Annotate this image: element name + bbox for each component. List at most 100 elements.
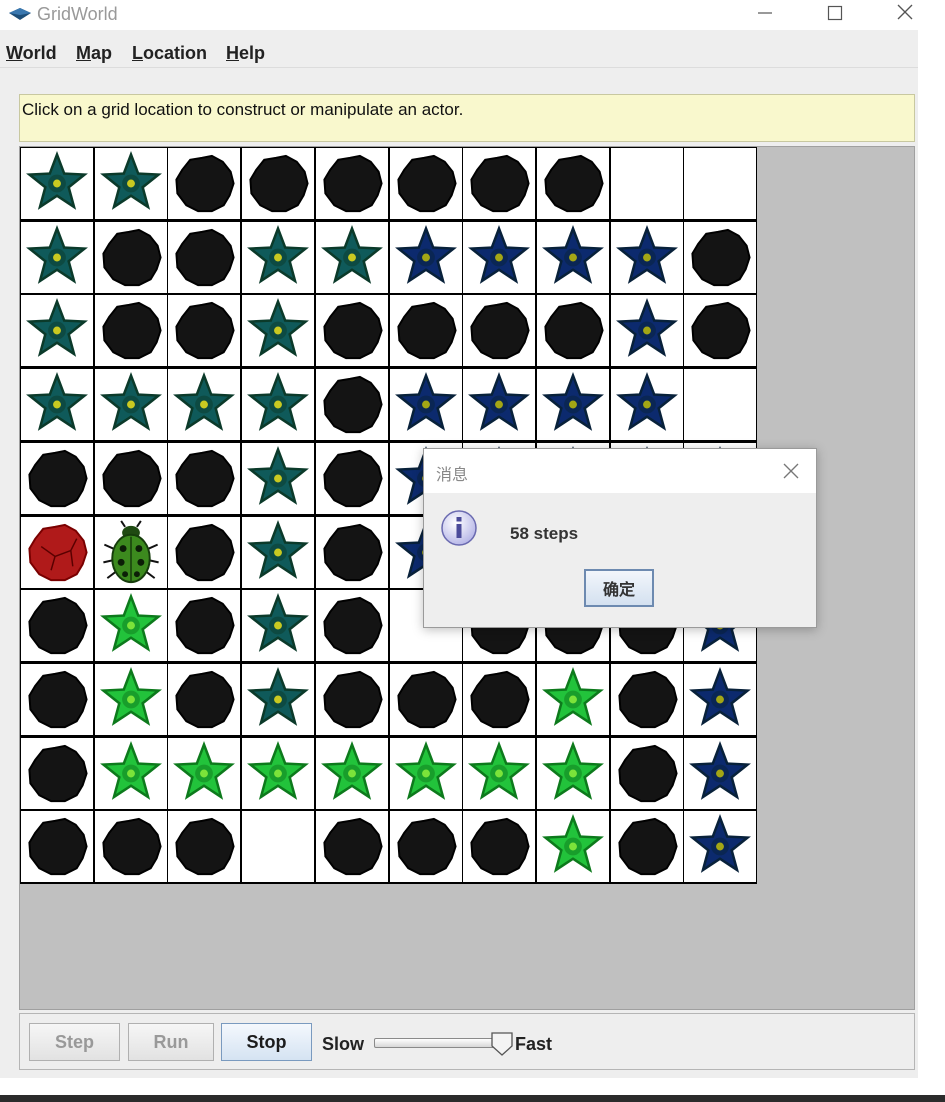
grid-cell[interactable] xyxy=(610,663,683,735)
grid-cell[interactable] xyxy=(684,221,757,293)
grid-cell[interactable] xyxy=(389,663,462,735)
minimize-button[interactable] xyxy=(740,2,790,28)
grid-cell[interactable] xyxy=(389,221,462,293)
menu-help[interactable]: Help xyxy=(226,43,265,64)
grid-cell[interactable] xyxy=(463,737,536,809)
grid-cell[interactable] xyxy=(242,221,315,293)
grid-cell[interactable] xyxy=(684,737,757,809)
grid-cell[interactable] xyxy=(21,663,93,735)
grid-cell[interactable] xyxy=(610,369,683,441)
window-title: GridWorld xyxy=(37,4,118,24)
grid-cell[interactable] xyxy=(242,148,315,219)
grid-cell[interactable] xyxy=(21,590,93,662)
grid-cell[interactable] xyxy=(463,221,536,293)
grid-cell[interactable] xyxy=(21,369,93,441)
grid-cell[interactable] xyxy=(168,369,241,441)
grid-cell[interactable] xyxy=(389,737,462,809)
grid-cell[interactable] xyxy=(168,663,241,735)
grid-cell[interactable] xyxy=(315,663,388,735)
grid-cell[interactable] xyxy=(315,737,388,809)
grid-cell[interactable] xyxy=(463,369,536,441)
close-button[interactable] xyxy=(880,2,930,28)
stop-button[interactable]: Stop xyxy=(221,1023,312,1061)
grid-cell[interactable] xyxy=(684,148,757,219)
grid-cell[interactable] xyxy=(315,221,388,293)
grid-cell[interactable] xyxy=(94,663,167,735)
grid-cell[interactable] xyxy=(242,369,315,441)
grid-cell[interactable] xyxy=(21,737,93,809)
grid-cell[interactable] xyxy=(242,737,315,809)
grid-cell[interactable] xyxy=(94,221,167,293)
dialog-close-button[interactable] xyxy=(776,457,806,485)
speed-slider-thumb[interactable] xyxy=(490,1031,514,1057)
grid-cell[interactable] xyxy=(168,811,241,883)
grid-cell[interactable] xyxy=(315,148,388,219)
grid-cell[interactable] xyxy=(21,221,93,293)
grid-cell[interactable] xyxy=(94,369,167,441)
grid-cell[interactable] xyxy=(389,811,462,883)
grid-cell[interactable] xyxy=(463,148,536,219)
grid-cell[interactable] xyxy=(242,295,315,367)
maximize-button[interactable] xyxy=(810,2,860,28)
grid-cell[interactable] xyxy=(315,442,388,514)
grid-cell[interactable] xyxy=(463,663,536,735)
grid-cell[interactable] xyxy=(463,811,536,883)
grid-cell[interactable] xyxy=(610,295,683,367)
grid-cell[interactable] xyxy=(168,148,241,219)
grid-cell[interactable] xyxy=(389,148,462,219)
grid-cell[interactable] xyxy=(168,221,241,293)
speed-slider-track[interactable] xyxy=(374,1038,504,1048)
grid-cell[interactable] xyxy=(684,663,757,735)
grid-cell[interactable] xyxy=(315,295,388,367)
grid-cell[interactable] xyxy=(536,369,609,441)
menu-location[interactable]: Location xyxy=(132,43,207,64)
grid-cell[interactable] xyxy=(168,442,241,514)
grid-cell[interactable] xyxy=(536,148,609,219)
grid-cell[interactable] xyxy=(21,516,93,588)
grid-cell[interactable] xyxy=(315,811,388,883)
grid-cell[interactable] xyxy=(684,295,757,367)
grid-cell[interactable] xyxy=(536,663,609,735)
run-button[interactable]: Run xyxy=(128,1023,214,1061)
grid-cell[interactable] xyxy=(242,663,315,735)
grid-cell[interactable] xyxy=(315,369,388,441)
menu-map[interactable]: Map xyxy=(76,43,112,64)
grid-cell[interactable] xyxy=(536,295,609,367)
ok-button[interactable]: 确定 xyxy=(584,569,654,607)
grid-cell[interactable] xyxy=(21,442,93,514)
grid-cell[interactable] xyxy=(168,590,241,662)
grid-cell[interactable] xyxy=(94,590,167,662)
grid-cell[interactable] xyxy=(94,737,167,809)
grid-cell[interactable] xyxy=(389,295,462,367)
grid-cell[interactable] xyxy=(94,516,167,588)
grid-cell[interactable] xyxy=(21,811,93,883)
grid-cell[interactable] xyxy=(684,369,757,441)
grid-cell[interactable] xyxy=(168,516,241,588)
grid-cell[interactable] xyxy=(242,442,315,514)
grid-cell[interactable] xyxy=(684,811,757,883)
grid-cell[interactable] xyxy=(242,811,315,883)
grid-cell[interactable] xyxy=(94,295,167,367)
grid-cell[interactable] xyxy=(94,148,167,219)
grid-cell[interactable] xyxy=(94,811,167,883)
grid-cell[interactable] xyxy=(610,811,683,883)
grid-cell[interactable] xyxy=(168,737,241,809)
menu-world[interactable]: World xyxy=(6,43,57,64)
grid-cell[interactable] xyxy=(168,295,241,367)
grid-cell[interactable] xyxy=(463,295,536,367)
grid-cell[interactable] xyxy=(315,590,388,662)
grid-cell[interactable] xyxy=(536,811,609,883)
grid-cell[interactable] xyxy=(536,221,609,293)
grid-cell[interactable] xyxy=(610,221,683,293)
grid-cell[interactable] xyxy=(242,590,315,662)
grid-cell[interactable] xyxy=(21,295,93,367)
grid-cell[interactable] xyxy=(315,516,388,588)
grid-cell[interactable] xyxy=(536,737,609,809)
grid-cell[interactable] xyxy=(21,148,93,219)
grid-cell[interactable] xyxy=(242,516,315,588)
grid-cell[interactable] xyxy=(610,737,683,809)
grid-cell[interactable] xyxy=(610,148,683,219)
step-button[interactable]: Step xyxy=(29,1023,120,1061)
grid-cell[interactable] xyxy=(94,442,167,514)
grid-cell[interactable] xyxy=(389,369,462,441)
